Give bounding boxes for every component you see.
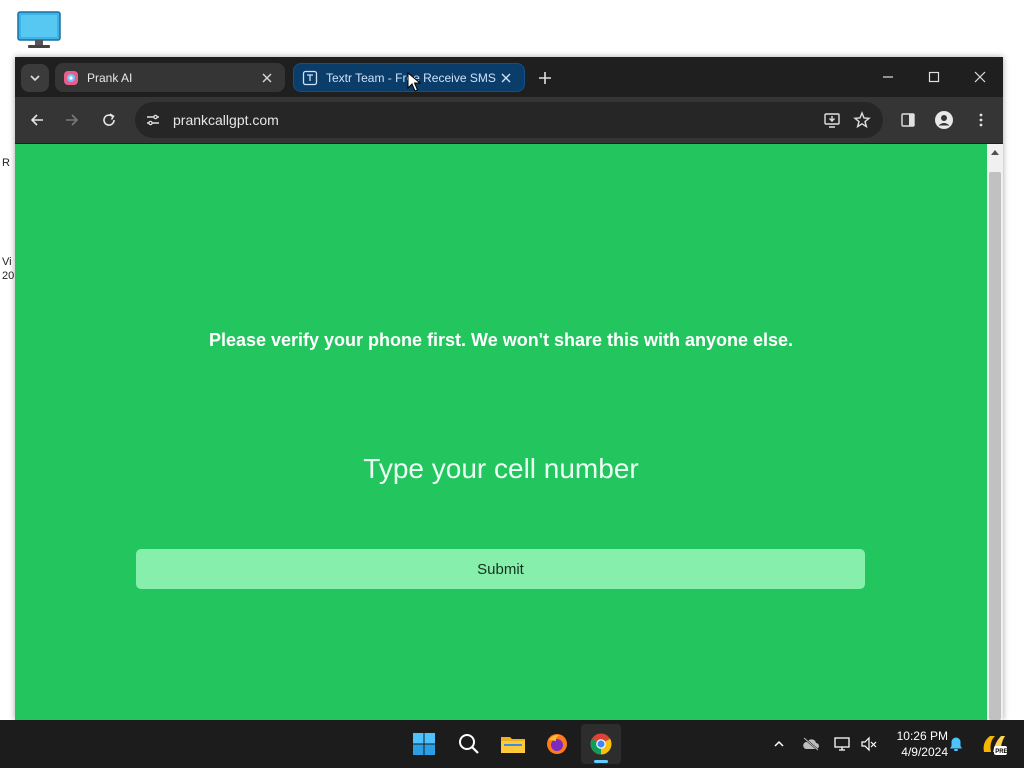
page-content: Please verify your phone first. We won't… (15, 144, 987, 720)
desktop-edge-text: 20 (2, 270, 15, 282)
show-hidden-icons-button[interactable] (767, 732, 791, 756)
textr-favicon (302, 70, 318, 86)
volume-muted-icon[interactable] (857, 732, 881, 756)
clock-time: 10:26 PM (896, 729, 948, 743)
close-tab-icon[interactable] (259, 70, 275, 86)
plus-icon (539, 72, 551, 84)
notification-bell-icon[interactable] (944, 732, 968, 756)
tab-title: Prank AI (87, 70, 133, 85)
arrow-right-icon (66, 114, 79, 126)
reload-icon (103, 113, 115, 126)
maximize-button[interactable] (911, 61, 957, 93)
tab-prank-ai[interactable]: Prank AI (55, 63, 285, 92)
scroll-thumb[interactable] (989, 172, 1001, 720)
minimize-button[interactable] (865, 61, 911, 93)
submit-button[interactable]: Submit (136, 549, 865, 589)
svg-text:PRE: PRE (995, 749, 1007, 755)
side-panel-icon (901, 113, 915, 127)
chevron-up-icon (774, 740, 784, 747)
page-scrollbar[interactable] (987, 144, 1003, 720)
taskbar: 10:26 PM 4/9/2024 PRE (0, 720, 1024, 768)
chrome-button[interactable] (581, 724, 621, 764)
verify-message: Please verify your phone first. We won't… (208, 330, 794, 350)
onedrive-icon[interactable] (799, 732, 823, 756)
arrow-left-icon (30, 114, 43, 126)
firefox-icon (547, 734, 567, 754)
scroll-up-arrow-icon[interactable] (987, 144, 1003, 160)
new-tab-button[interactable] (533, 66, 557, 90)
this-pc-icon[interactable] (16, 10, 62, 50)
tab-strip: Prank AI Textr Team - Free Receive SMS (15, 57, 1003, 97)
close-tab-icon[interactable] (498, 70, 514, 86)
chevron-down-icon (30, 75, 40, 82)
forward-button[interactable] (58, 106, 86, 134)
back-button[interactable] (23, 106, 51, 134)
desktop-edge-text: Vi (2, 256, 12, 268)
clock-date: 4/9/2024 (901, 745, 948, 759)
file-explorer-button[interactable] (493, 724, 533, 764)
firefox-button[interactable] (537, 724, 577, 764)
close-icon (974, 71, 986, 83)
address-bar[interactable]: prankcallgpt.com (135, 102, 883, 138)
active-app-indicator (594, 760, 608, 763)
minimize-icon (883, 76, 893, 78)
tab-search-button[interactable] (21, 64, 49, 92)
search-icon (459, 734, 479, 754)
profile-button[interactable] (930, 106, 958, 134)
network-icon[interactable] (831, 732, 855, 756)
maximize-icon (928, 71, 940, 83)
chrome-icon (590, 733, 612, 755)
taskbar-search-button[interactable] (449, 724, 489, 764)
start-button[interactable] (404, 724, 444, 764)
phone-number-input[interactable] (136, 444, 866, 494)
browser-window: Prank AI Textr Team - Free Receive SMS p… (15, 57, 1003, 720)
mouse-cursor-icon (407, 71, 422, 92)
desktop-edge-text: R (2, 157, 10, 169)
profile-icon (935, 111, 953, 129)
prank-ai-favicon (63, 70, 79, 86)
reload-button[interactable] (95, 106, 123, 134)
install-app-icon[interactable] (817, 105, 847, 135)
start-icon (413, 733, 435, 755)
url-text[interactable]: prankcallgpt.com (173, 112, 817, 128)
taskbar-clock[interactable]: 10:26 PM 4/9/2024 (884, 728, 948, 760)
bookmark-star-icon[interactable] (847, 105, 877, 135)
side-panel-button[interactable] (894, 106, 922, 134)
browser-toolbar: prankcallgpt.com (15, 97, 1003, 143)
copilot-preview-icon[interactable]: PRE (980, 732, 1008, 756)
menu-button[interactable] (967, 106, 995, 134)
close-window-button[interactable] (957, 61, 1003, 93)
site-info-icon[interactable] (139, 106, 167, 134)
more-vert-icon (979, 113, 983, 127)
file-explorer-icon (501, 737, 525, 753)
